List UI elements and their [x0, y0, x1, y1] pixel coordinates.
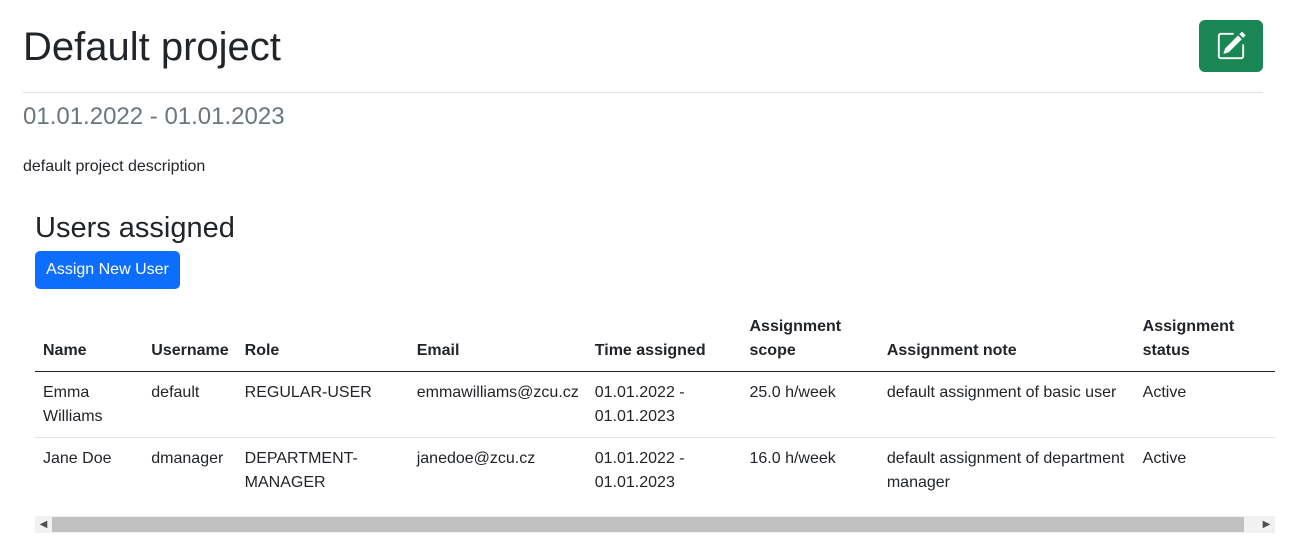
users-table-container: Name Username Role Email Time assigned A… [35, 308, 1275, 500]
users-assigned-heading: Users assigned [35, 212, 235, 244]
table-header-row: Name Username Role Email Time assigned A… [35, 308, 1275, 372]
column-header[interactable]: Time assigned [586, 308, 742, 372]
column-header[interactable]: Email [408, 308, 587, 372]
users-assigned-section: Users assigned Assign New User [35, 208, 1275, 289]
table-cell-username: dmanager [143, 437, 237, 500]
column-header[interactable]: Assignment status [1134, 308, 1275, 372]
column-header[interactable]: Assignment scope [741, 308, 879, 372]
table-cell-scope: 25.0 h/week [741, 371, 879, 438]
column-header[interactable]: Assignment note [878, 308, 1135, 372]
table-cell-email: janedoe@zcu.cz [408, 437, 587, 500]
scroll-left-arrow-icon[interactable]: ◀ [35, 516, 52, 533]
edit-project-button[interactable] [1199, 20, 1263, 72]
scroll-right-arrow-icon[interactable]: ▶ [1258, 516, 1275, 533]
edit-square-icon [1217, 31, 1246, 60]
users-table: Name Username Role Email Time assigned A… [35, 308, 1275, 500]
page-header: Default project [23, 0, 1263, 93]
table-cell-status: Active [1134, 437, 1275, 500]
table-cell-name: Emma Williams [35, 371, 144, 438]
project-dates: 01.01.2022 - 01.01.2023 [23, 103, 285, 130]
table-cell-time-assigned: 01.01.2022 - 01.01.2023 [586, 437, 742, 500]
table-cell-name: Jane Doe [35, 437, 144, 500]
table-cell-time-assigned: 01.01.2022 - 01.01.2023 [586, 371, 742, 438]
table-cell-scope: 16.0 h/week [741, 437, 879, 500]
assign-new-user-button[interactable]: Assign New User [35, 251, 180, 289]
table-row[interactable]: Jane Doe dmanager DEPARTMENT-MANAGER jan… [35, 437, 1275, 500]
table-row[interactable]: Emma Williams default REGULAR-USER emmaw… [35, 371, 1275, 438]
table-cell-role: DEPARTMENT-MANAGER [236, 437, 409, 500]
scrollbar-thumb[interactable] [52, 517, 1244, 532]
table-cell-username: default [143, 371, 237, 438]
table-cell-status: Active [1134, 371, 1275, 438]
table-cell-note: default assignment of basic user [878, 371, 1135, 438]
table-cell-role: REGULAR-USER [236, 371, 409, 438]
column-header[interactable]: Username [143, 308, 237, 372]
page-title: Default project [23, 25, 281, 69]
horizontal-scrollbar[interactable]: ◀ ▶ [35, 516, 1275, 533]
project-description: default project description [23, 158, 206, 175]
column-header[interactable]: Name [35, 308, 144, 372]
column-header[interactable]: Role [236, 308, 409, 372]
table-cell-email: emmawilliams@zcu.cz [408, 371, 587, 438]
table-cell-note: default assignment of department manager [878, 437, 1135, 500]
